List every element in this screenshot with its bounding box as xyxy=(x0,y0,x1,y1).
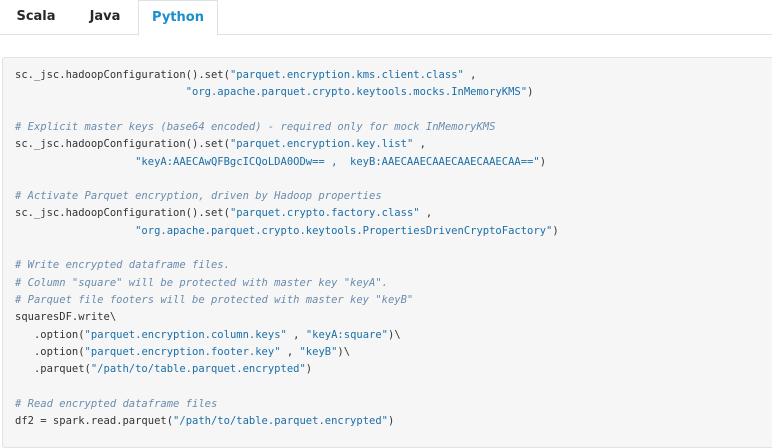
code-string: "/path/to/table.parquet.encrypted" xyxy=(173,415,388,427)
code-text: )\ xyxy=(337,345,351,358)
code-comment: # Column "square" will be protected with… xyxy=(15,276,388,289)
code-block[interactable]: sc._jsc.hadoopConfiguration().set("parqu… xyxy=(2,57,772,448)
language-tabs: Scala Java Python xyxy=(0,0,772,36)
code-comment: # Parquet file footers will be protected… xyxy=(15,293,414,306)
code-string: "parquet.encryption.footer.key" xyxy=(84,345,281,358)
code-line: "org.apache.parquet.crypto.keytools.Prop… xyxy=(15,223,559,240)
code-text: squaresDF.write\ xyxy=(15,311,117,324)
code-text: ) xyxy=(552,224,559,237)
code-string: "org.apache.parquet.crypto.keytools.mock… xyxy=(185,86,528,99)
code-line: df2 = spark.read.parquet("/path/to/table… xyxy=(15,413,394,430)
code-string: "parquet.encryption.key.list" xyxy=(229,138,414,151)
code-line: sc._jsc.hadoopConfiguration().set("parqu… xyxy=(15,205,432,222)
code-string: "parquet.encryption.column.keys" xyxy=(84,328,287,341)
code-line: .option("parquet.encryption.column.keys"… xyxy=(15,327,401,344)
code-comment: # Explicit master keys (base64 encoded) … xyxy=(15,120,496,133)
code-string: "parquet.encryption.kms.client.class" xyxy=(229,69,464,81)
code-string: "/path/to/table.parquet.encrypted" xyxy=(90,363,306,376)
code-line: # Activate Parquet encryption, driven by… xyxy=(15,188,382,205)
code-line: # Parquet file footers will be protected… xyxy=(15,292,413,309)
code-line: sc._jsc.hadoopConfiguration().set("parqu… xyxy=(15,67,477,84)
code-string: "keyA:AAECAwQFBgcICQoLDA0ODw== , keyB:AA… xyxy=(135,155,540,168)
code-text: ) xyxy=(387,415,395,427)
code-line: # Explicit master keys (base64 encoded) … xyxy=(15,119,495,136)
code-line: squaresDF.write\ xyxy=(15,309,116,326)
tab-java[interactable]: Java xyxy=(72,0,138,35)
code-string: "parquet.crypto.factory.class" xyxy=(229,207,420,220)
code-string: "org.apache.parquet.crypto.keytools.Prop… xyxy=(135,224,553,237)
code-line: # Write encrypted dataframe files. xyxy=(15,257,230,274)
code-line: "keyA:AAECAwQFBgcICQoLDA0ODw== , keyB:AA… xyxy=(15,154,546,171)
code-text: sc._jsc.hadoopConfiguration().set( xyxy=(15,207,230,220)
code-line: "org.apache.parquet.crypto.keytools.mock… xyxy=(15,84,534,101)
code-text: .option( xyxy=(15,328,85,341)
code-text: ) xyxy=(539,155,547,168)
code-text: , xyxy=(463,69,477,81)
code-line: .option("parquet.encryption.footer.key" … xyxy=(15,344,350,361)
code-line: # Read encrypted dataframe files xyxy=(15,396,217,413)
code-text: sc._jsc.hadoopConfiguration().set( xyxy=(15,138,230,151)
code-line: # Column "square" will be protected with… xyxy=(15,275,388,292)
code-text: ) xyxy=(305,363,313,376)
code-text: , xyxy=(413,138,426,151)
code-text: df2 = spark.read.parquet( xyxy=(15,415,174,427)
code-line: sc._jsc.hadoopConfiguration().set("parqu… xyxy=(15,136,426,153)
code-comment: # Read encrypted dataframe files xyxy=(15,397,218,410)
code-text: .option( xyxy=(15,345,85,358)
code-text: sc._jsc.hadoopConfiguration().set( xyxy=(15,69,230,81)
code-text: , xyxy=(286,328,306,341)
code-text: ) xyxy=(527,86,534,99)
code-comment: # Activate Parquet encryption, driven by… xyxy=(15,190,382,203)
tab-scala[interactable]: Scala xyxy=(0,0,72,35)
code-comment: # Write encrypted dataframe files. xyxy=(15,259,230,272)
code-string: "keyB" xyxy=(299,345,338,358)
code-line: .parquet("/path/to/table.parquet.encrypt… xyxy=(15,361,312,378)
tab-python[interactable]: Python xyxy=(138,0,218,36)
code-string: "keyA:square" xyxy=(305,328,388,341)
code-text: )\ xyxy=(388,328,401,341)
code-text: , xyxy=(280,345,300,358)
code-text: , xyxy=(419,207,433,220)
code-text: .parquet( xyxy=(15,363,91,376)
